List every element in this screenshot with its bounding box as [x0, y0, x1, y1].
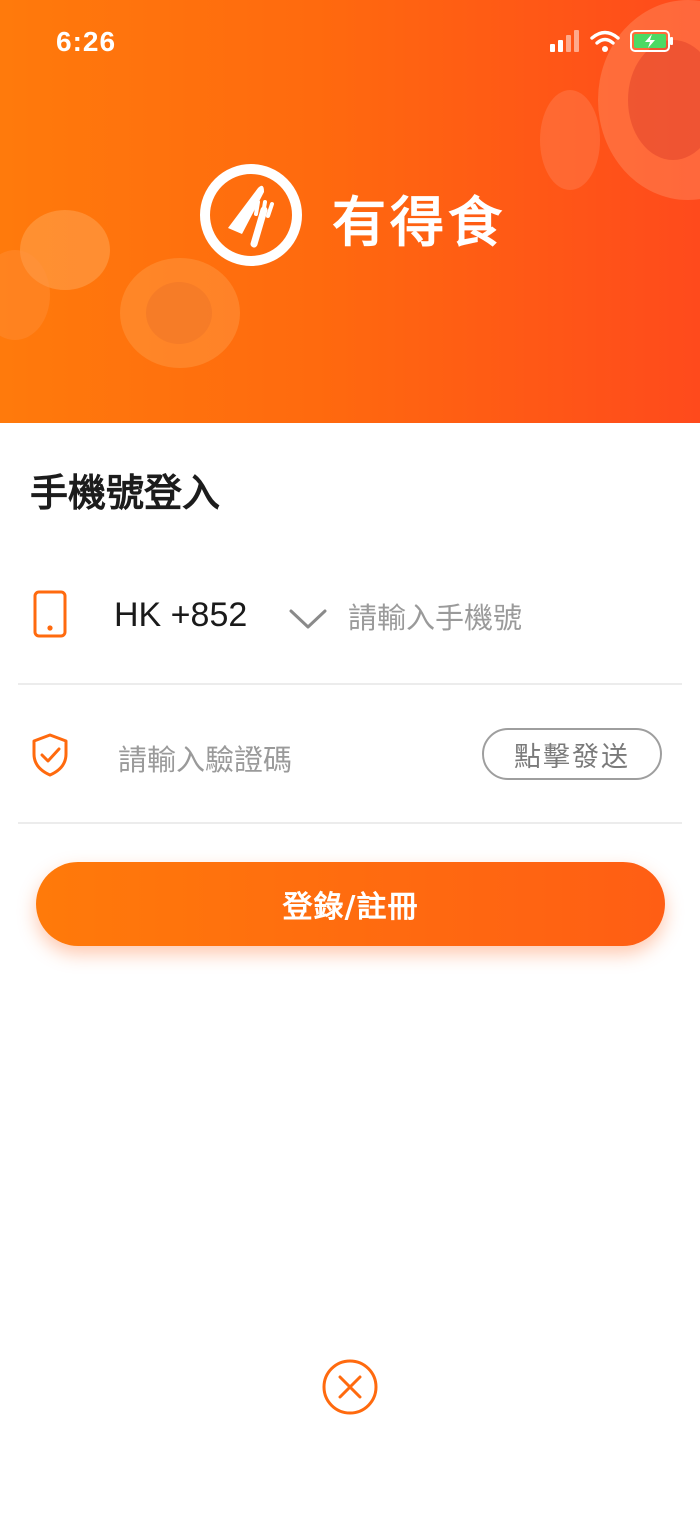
shield-check-icon: [30, 732, 70, 782]
status-time: 6:26: [56, 26, 117, 57]
chevron-down-icon[interactable]: [288, 608, 328, 634]
close-icon[interactable]: [321, 1358, 379, 1416]
phone-input[interactable]: [348, 594, 648, 642]
brand-logo: 有得食: [198, 164, 506, 270]
decorative-cup-inner: [146, 282, 212, 344]
login-register-button[interactable]: 登錄/註冊: [36, 862, 665, 946]
header-banner: 6:26 有得食: [0, 0, 700, 423]
brand-name: 有得食: [332, 190, 506, 254]
page-title: 手機號登入: [30, 471, 221, 515]
plate-fork-knife-icon: [198, 162, 304, 272]
decorative-spoon: [540, 90, 600, 190]
status-bar: 6:26: [0, 0, 700, 88]
verification-row: 點擊發送: [18, 700, 682, 824]
phone-row: HK +852: [18, 560, 682, 685]
status-icons: [550, 30, 674, 56]
country-code-select[interactable]: HK +852: [114, 596, 247, 635]
verification-code-input[interactable]: [118, 736, 458, 784]
battery-icon: [630, 30, 674, 56]
phone-icon: [32, 590, 68, 642]
wifi-icon: [590, 30, 620, 56]
signal-icon: [550, 30, 580, 56]
send-code-button[interactable]: 點擊發送: [482, 728, 662, 780]
